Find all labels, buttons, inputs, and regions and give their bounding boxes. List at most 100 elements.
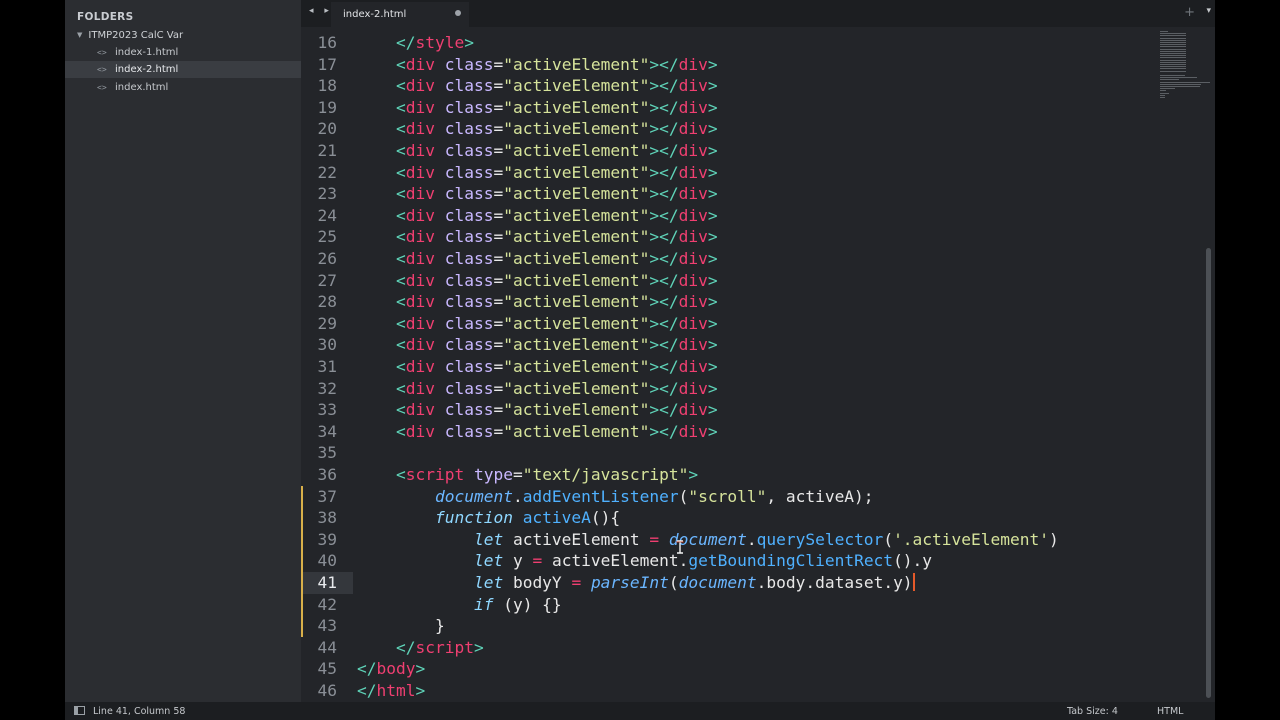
- line-code[interactable]: <div class="activeElement"></div>: [357, 183, 718, 205]
- line-code[interactable]: }: [357, 615, 445, 637]
- line-code[interactable]: function activeA(){: [357, 507, 620, 529]
- file-item-index[interactable]: <> index.html: [65, 79, 301, 96]
- minimap-line: [1160, 94, 1165, 96]
- code-line[interactable]: 38 function activeA(){: [301, 507, 1215, 529]
- line-code[interactable]: <div class="activeElement"></div>: [357, 378, 718, 400]
- code-line[interactable]: 45 </body>: [301, 658, 1215, 680]
- code-line[interactable]: 29 <div class="activeElement"></div>: [301, 313, 1215, 335]
- line-code[interactable]: <div class="activeElement"></div>: [357, 421, 718, 443]
- line-code[interactable]: <div class="activeElement"></div>: [357, 248, 718, 270]
- code-line[interactable]: 19 <div class="activeElement"></div>: [301, 97, 1215, 119]
- minimap-line: [1160, 42, 1186, 43]
- file-item-index-1[interactable]: <> index-1.html: [65, 44, 301, 61]
- line-code[interactable]: <div class="activeElement"></div>: [357, 97, 718, 119]
- code-line[interactable]: 46 </html>: [301, 680, 1215, 702]
- line-code[interactable]: <div class="activeElement"></div>: [357, 399, 718, 421]
- code-line[interactable]: 20 <div class="activeElement"></div>: [301, 118, 1215, 140]
- code-bracket: ></: [649, 141, 679, 160]
- code-text: =: [493, 357, 504, 376]
- line-code[interactable]: <div class="activeElement"></div>: [357, 356, 718, 378]
- code-line[interactable]: 22 <div class="activeElement"></div>: [301, 162, 1215, 184]
- line-code[interactable]: let bodyY = parseInt(document.body.datas…: [357, 572, 915, 594]
- tab-size-selector[interactable]: Tab Size: 4: [1067, 706, 1118, 717]
- code-tag-name: div: [678, 335, 708, 355]
- line-code[interactable]: <div class="activeElement"></div>: [357, 334, 718, 356]
- code-line[interactable]: 37 document.addEventListener("scroll", a…: [301, 486, 1215, 508]
- code-line[interactable]: 16 </style>: [301, 32, 1215, 54]
- code-line[interactable]: 27 <div class="activeElement"></div>: [301, 270, 1215, 292]
- code-line[interactable]: 35: [301, 442, 1215, 464]
- code-line[interactable]: 21 <div class="activeElement"></div>: [301, 140, 1215, 162]
- folder-item[interactable]: ▼ ITMP2023 CalC Var: [77, 28, 183, 42]
- code-line[interactable]: 33 <div class="activeElement"></div>: [301, 399, 1215, 421]
- code-line[interactable]: 39 let activeElement = document.querySel…: [301, 529, 1215, 551]
- line-code[interactable]: <div class="activeElement"></div>: [357, 291, 718, 313]
- code-line[interactable]: 44 </script>: [301, 637, 1215, 659]
- code-line[interactable]: 34 <div class="activeElement"></div>: [301, 421, 1215, 443]
- code-line[interactable]: 25 <div class="activeElement"></div>: [301, 226, 1215, 248]
- minimap[interactable]: [1158, 27, 1215, 107]
- line-code[interactable]: <script type="text/javascript">: [357, 464, 698, 486]
- line-code[interactable]: <div class="activeElement"></div>: [357, 162, 718, 184]
- code-line[interactable]: 40 let y = activeElement.getBoundingClie…: [301, 550, 1215, 572]
- code-line[interactable]: 30 <div class="activeElement"></div>: [301, 334, 1215, 356]
- line-code[interactable]: </body>: [357, 658, 425, 680]
- code-keyword: let: [473, 573, 504, 592]
- line-code[interactable]: <div class="activeElement"></div>: [357, 54, 718, 76]
- line-code[interactable]: <div class="activeElement"></div>: [357, 75, 718, 97]
- tab-menu-chevron-icon[interactable]: ▾: [1206, 6, 1211, 16]
- line-code[interactable]: <div class="activeElement"></div>: [357, 270, 718, 292]
- line-code[interactable]: if (y) {}: [357, 594, 562, 616]
- tab-index-2[interactable]: index-2.html: [331, 2, 469, 27]
- code-line[interactable]: 18 <div class="activeElement"></div>: [301, 75, 1215, 97]
- code-line[interactable]: 28 <div class="activeElement"></div>: [301, 291, 1215, 313]
- line-code[interactable]: </script>: [357, 637, 484, 659]
- new-tab-icon[interactable]: +: [1184, 5, 1195, 20]
- line-code[interactable]: document.addEventListener("scroll", acti…: [357, 486, 874, 508]
- line-number: 25: [317, 227, 338, 247]
- line-number: 46: [317, 681, 338, 700]
- code-attribute: class: [444, 76, 494, 96]
- code-attribute: class: [444, 227, 494, 247]
- code-bracket: >: [707, 400, 718, 420]
- line-code[interactable]: <div class="activeElement"></div>: [357, 118, 718, 140]
- code-line[interactable]: 31 <div class="activeElement"></div>: [301, 356, 1215, 378]
- syntax-selector[interactable]: HTML: [1157, 706, 1183, 717]
- code-attribute: class: [444, 270, 494, 290]
- code-line[interactable]: 17 <div class="activeElement"></div>: [301, 54, 1215, 76]
- line-code[interactable]: <div class="activeElement"></div>: [357, 205, 718, 227]
- line-code[interactable]: </style>: [357, 32, 474, 54]
- code-string: "activeElement": [503, 141, 650, 160]
- vertical-scrollbar[interactable]: [1206, 248, 1211, 698]
- line-code[interactable]: </html>: [357, 680, 425, 702]
- code-line[interactable]: 26 <div class="activeElement"></div>: [301, 248, 1215, 270]
- code-line[interactable]: 24 <div class="activeElement"></div>: [301, 205, 1215, 227]
- line-code[interactable]: <div class="activeElement"></div>: [357, 226, 718, 248]
- sidebar-title: FOLDERS: [77, 11, 134, 23]
- code-line[interactable]: 32 <div class="activeElement"></div>: [301, 378, 1215, 400]
- code-attribute: class: [444, 97, 494, 117]
- code-line[interactable]: 36 <script type="text/javascript">: [301, 464, 1215, 486]
- toggle-sidebar-icon[interactable]: [74, 706, 85, 715]
- line-code[interactable]: let activeElement = document.querySelect…: [357, 529, 1059, 551]
- code-line[interactable]: 41 let bodyY = parseInt(document.body.da…: [301, 572, 1215, 594]
- minimap-line: [1160, 44, 1186, 46]
- folder-expand-icon[interactable]: ▼: [77, 31, 82, 39]
- code-bracket: <: [395, 249, 406, 268]
- code-line[interactable]: 23 <div class="activeElement"></div>: [301, 183, 1215, 205]
- tab-nav-arrows-icon[interactable]: ◂ ▸: [309, 6, 333, 16]
- line-code[interactable]: <div class="activeElement"></div>: [357, 313, 718, 335]
- code-line[interactable]: 42 if (y) {}: [301, 594, 1215, 616]
- line-code[interactable]: <div class="activeElement"></div>: [357, 140, 718, 162]
- file-item-index-2[interactable]: <> index-2.html: [65, 61, 301, 78]
- code-text: =: [493, 97, 504, 117]
- unsaved-dot-icon[interactable]: [455, 10, 461, 16]
- code-line[interactable]: 43 }: [301, 615, 1215, 637]
- code-editor[interactable]: 16 </style> 17 <div class="activeElement"…: [301, 27, 1215, 702]
- text-caret: [912, 573, 915, 591]
- line-code[interactable]: let y = activeElement.getBoundingClientR…: [357, 550, 932, 572]
- code-bracket: >: [707, 205, 718, 225]
